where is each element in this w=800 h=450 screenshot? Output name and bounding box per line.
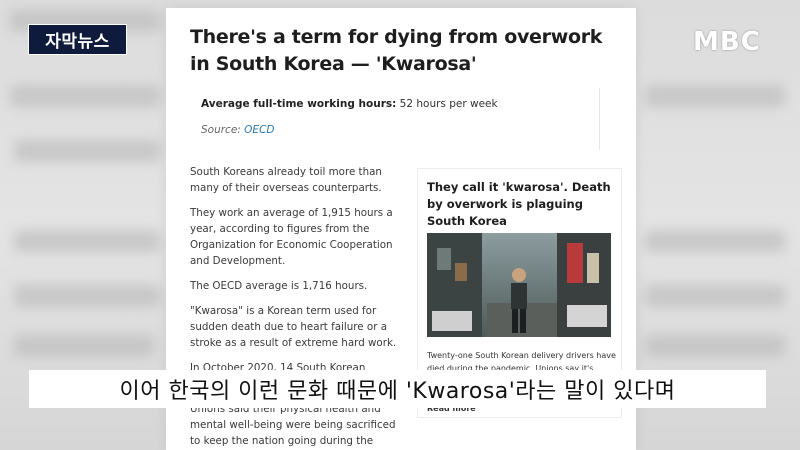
related-story-title[interactable]: They call it 'kwarosa'. Death by overwor… bbox=[427, 179, 617, 230]
article-paragraph: Unions said their physical health and me… bbox=[190, 403, 396, 447]
subtitle-caption: 이어 한국의 이런 문화 때문에 'Kwarosa'라는 말이 있다며 bbox=[29, 370, 766, 408]
bg-blur-line bbox=[14, 140, 160, 162]
bg-blur-line bbox=[645, 335, 785, 357]
article-paragraph: The OECD average is 1,716 hours. bbox=[190, 280, 368, 292]
bg-blur-line bbox=[14, 335, 154, 357]
stat-label: Average full-time working hours: bbox=[201, 98, 397, 110]
stat-box: Average full-time working hours: 52 hour… bbox=[190, 88, 600, 150]
source-label: Source: bbox=[201, 124, 245, 136]
mbc-logo: MBC bbox=[693, 27, 761, 57]
bg-blur-line bbox=[14, 230, 160, 252]
street-scene-image bbox=[427, 233, 611, 337]
article-paragraph: South Koreans already toil more than man… bbox=[190, 166, 382, 194]
stat-line: Average full-time working hours: 52 hour… bbox=[201, 98, 498, 110]
source-line: Source: OECD bbox=[201, 124, 275, 136]
stat-value: 52 hours per week bbox=[396, 98, 498, 110]
bg-blur-line bbox=[10, 85, 160, 107]
news-badge: 자막뉴스 bbox=[28, 24, 127, 55]
bg-blur-line bbox=[645, 230, 785, 252]
bg-blur-line bbox=[645, 285, 785, 307]
article-paragraph: "Kwarosa" is a Korean term used for sudd… bbox=[190, 305, 397, 349]
bg-blur-line bbox=[645, 85, 785, 107]
related-story-photo[interactable] bbox=[427, 233, 611, 337]
bg-blur-line bbox=[14, 285, 160, 307]
source-link[interactable]: OECD bbox=[244, 124, 274, 136]
article-headline: There's a term for dying from overwork i… bbox=[190, 26, 603, 75]
article-paragraph: They work an average of 1,915 hours a ye… bbox=[190, 207, 393, 267]
